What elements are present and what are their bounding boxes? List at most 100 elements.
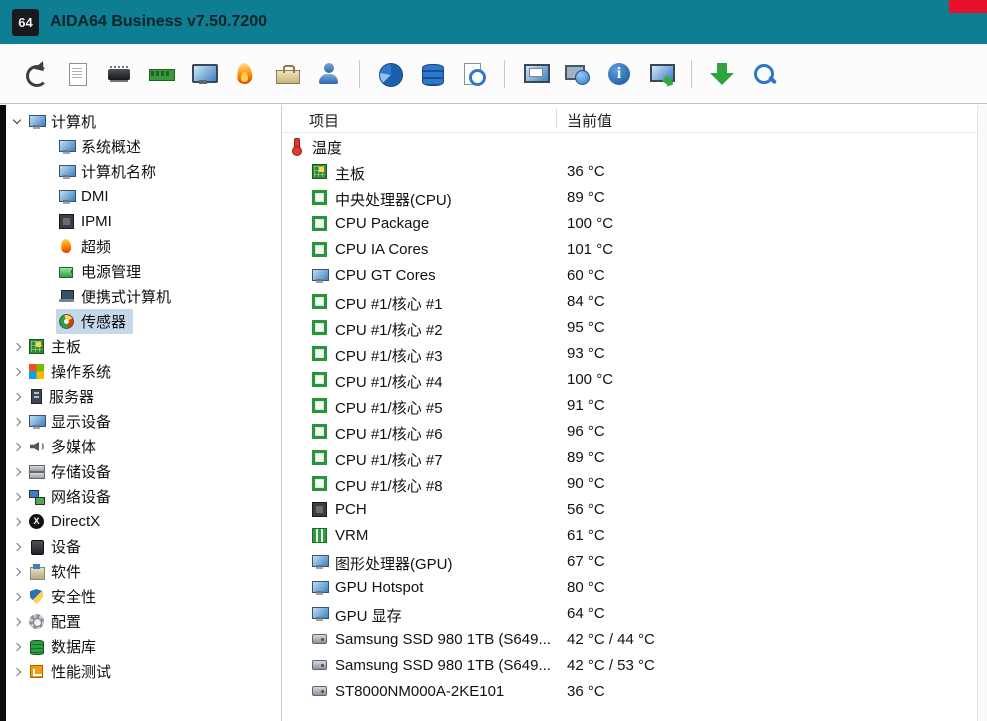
sidebar-item-ipmi[interactable]: IPMI [6,209,281,234]
toolbar-disk-button[interactable] [369,52,411,96]
server-icon [31,389,42,404]
chevron-icon[interactable] [10,514,26,530]
toolbar-memory-button[interactable] [140,52,182,96]
sidebar-item-overclock[interactable]: 超频 [6,234,281,259]
sidebar-item-motherboard[interactable]: 主板 [6,334,281,359]
scrollbar[interactable] [977,105,987,721]
sidebar-item-power-management[interactable]: 电源管理 [6,259,281,284]
toolbar-refresh-button[interactable] [14,52,56,96]
sidebar-item-benchmark[interactable]: 性能测试 [6,659,281,684]
sidebar-item-storage-devices[interactable]: 存储设备 [6,459,281,484]
sensor-row[interactable]: Samsung SSD 980 1TB (S649... 42 °C / 44 … [283,627,987,653]
sidebar-item-server[interactable]: 服务器 [6,384,281,409]
chevron-icon[interactable] [10,464,26,480]
sidebar-item-devices[interactable]: 设备 [6,534,281,559]
sensor-row[interactable]: CPU IA Cores 101 °C [283,237,987,263]
chevron-icon[interactable] [10,614,26,630]
cpu-icon [312,372,327,387]
sidebar-item-dmi[interactable]: DMI [6,184,281,209]
sensor-row[interactable]: GPU Hotspot 80 °C [283,575,987,601]
sidebar-item-computer-name[interactable]: 计算机名称 [6,159,281,184]
sensor-row[interactable]: CPU Package 100 °C [283,211,987,237]
toolbar-remote-control-button[interactable] [640,52,682,96]
sidebar-item-operating-system[interactable]: 操作系统 [6,359,281,384]
sensor-label: CPU IA Cores [335,241,429,258]
column-header-item[interactable]: 项目 [309,110,339,131]
chevron-icon[interactable] [10,389,26,405]
sensor-row[interactable]: CPU #1/核心 #8 90 °C [283,471,987,497]
sidebar-item-label: 电源管理 [81,264,142,281]
sensor-row[interactable]: GPU 显存 64 °C [283,601,987,627]
sidebar-item-label: 多媒体 [51,439,97,456]
sensor-row[interactable]: CPU GT Cores 60 °C [283,263,987,289]
sensor-row[interactable]: CPU #1/核心 #1 84 °C [283,289,987,315]
sensor-value: 84 °C [567,293,605,310]
toolbar-update-button[interactable] [701,52,743,96]
chevron-icon[interactable] [10,639,26,655]
sidebar-item-directx[interactable]: DirectX [6,509,281,534]
toolbar-chipset-button[interactable] [98,52,140,96]
toolbar-scheduled-report-button[interactable] [453,52,495,96]
sensor-row[interactable]: VRM 61 °C [283,523,987,549]
sidebar-item-system-overview[interactable]: 系统概述 [6,134,281,159]
chevron-icon[interactable] [10,414,26,430]
sensor-label: 图形处理器(GPU) [335,556,453,573]
sidebar-item-database[interactable]: 数据库 [6,634,281,659]
toolbar-database-button[interactable] [411,52,453,96]
sensor-row[interactable]: 图形处理器(GPU) 67 °C [283,549,987,575]
toolbar-web-button[interactable] [556,52,598,96]
sidebar-item-sensors[interactable]: 传感器 [6,309,281,334]
chevron-icon[interactable] [10,489,26,505]
sidebar-item-label: DirectX [51,513,101,530]
report-icon [64,61,90,87]
sensor-value: 101 °C [567,241,614,258]
sidebar-item-label: 存储设备 [51,464,112,481]
sidebar-item-computer[interactable]: 计算机 [6,109,281,134]
sensor-row[interactable]: 温度 [283,133,987,159]
monitor-icon [190,61,218,87]
sensor-row[interactable]: Samsung SSD 980 1TB (S649... 42 °C / 53 … [283,653,987,679]
sensor-row[interactable]: CPU #1/核心 #7 89 °C [283,445,987,471]
sidebar-item-network-devices[interactable]: 网络设备 [6,484,281,509]
sidebar-item-label: 系统概述 [81,139,142,156]
chevron-icon[interactable] [10,114,26,130]
sidebar-item-security[interactable]: 安全性 [6,584,281,609]
chevron-icon[interactable] [10,664,26,680]
toolbar-remote-monitor-button[interactable] [514,52,556,96]
network-icon [29,489,45,505]
sensor-row[interactable]: CPU #1/核心 #2 95 °C [283,315,987,341]
toolbar-display-button[interactable] [182,52,224,96]
sensor-row[interactable]: CPU #1/核心 #6 96 °C [283,419,987,445]
cpu-icon [312,320,327,335]
toolbar-search-button[interactable] [743,52,785,96]
chevron-icon[interactable] [10,589,26,605]
chevron-icon[interactable] [10,364,26,380]
sidebar-item-label: IPMI [81,213,112,230]
close-button[interactable] [949,0,987,13]
sensor-row[interactable]: CPU #1/核心 #3 93 °C [283,341,987,367]
chip-icon [312,502,327,517]
column-header-value[interactable]: 当前值 [567,110,612,131]
sensor-row[interactable]: 主板 36 °C [283,159,987,185]
sensor-row[interactable]: PCH 56 °C [283,497,987,523]
chevron-icon[interactable] [10,339,26,355]
sensor-row[interactable]: 中央处理器(CPU) 89 °C [283,185,987,211]
sidebar-item-portable-computer[interactable]: 便携式计算机 [6,284,281,309]
titlebar[interactable]: 64 AIDA64 Business v7.50.7200 [0,0,987,44]
chevron-icon[interactable] [10,439,26,455]
toolbar-overclock-button[interactable] [224,52,266,96]
chevron-icon[interactable] [10,539,26,555]
toolbar-toolbox-button[interactable] [266,52,308,96]
sidebar-item-multimedia[interactable]: 多媒体 [6,434,281,459]
sensor-row[interactable]: ST8000NM000A-2KE101 36 °C [283,679,987,705]
toolbar-report-button[interactable] [56,52,98,96]
toolbar-users-button[interactable] [308,52,350,96]
sidebar-item-display-devices[interactable]: 显示设备 [6,409,281,434]
sensor-row[interactable]: CPU #1/核心 #5 91 °C [283,393,987,419]
sidebar-item-config[interactable]: 配置 [6,609,281,634]
monitor-icon [59,139,76,154]
chevron-icon[interactable] [10,564,26,580]
toolbar-info-button[interactable] [598,52,640,96]
sensor-row[interactable]: CPU #1/核心 #4 100 °C [283,367,987,393]
sidebar-item-software[interactable]: 软件 [6,559,281,584]
